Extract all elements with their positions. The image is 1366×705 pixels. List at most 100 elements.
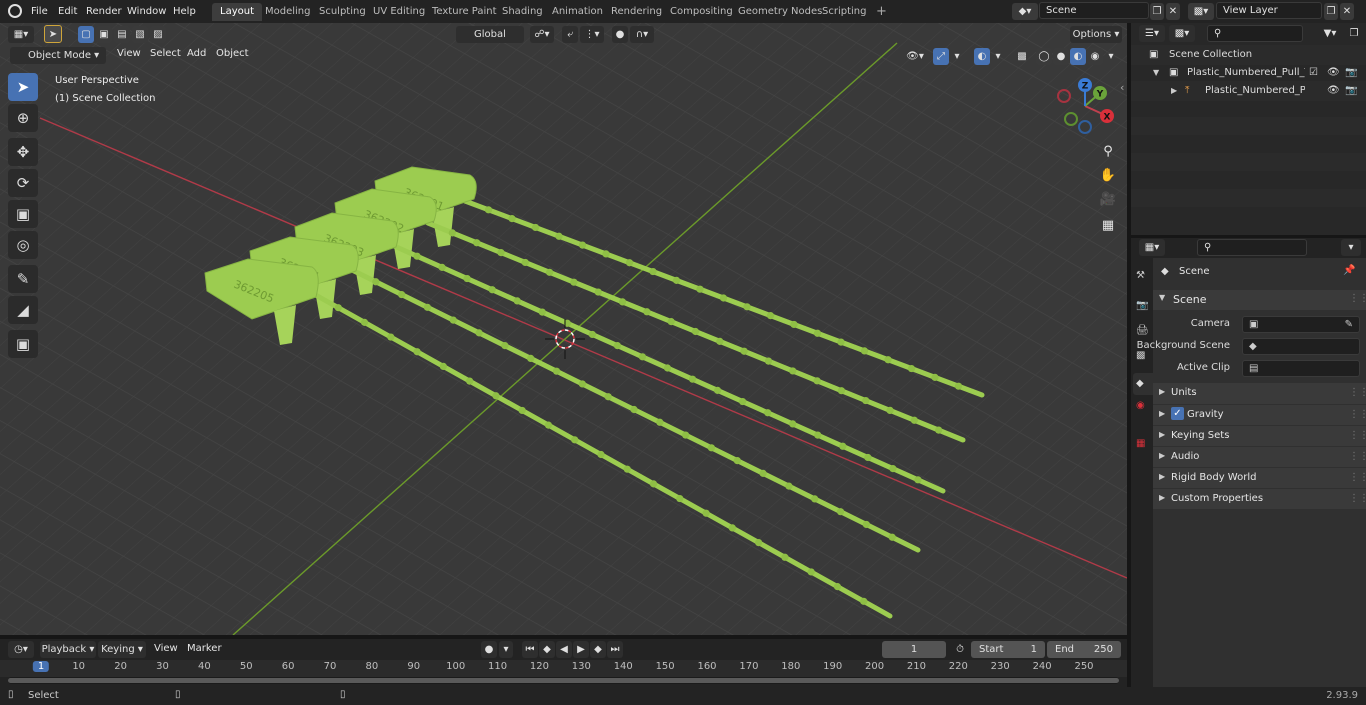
properties-options-icon[interactable]: ▾ xyxy=(1341,239,1361,256)
pin-icon[interactable]: 📌 xyxy=(1343,265,1355,276)
gravity-checkbox[interactable]: ✓ xyxy=(1171,407,1184,420)
eye-icon[interactable]: 👁 xyxy=(1327,81,1340,101)
pivot-point-icon[interactable]: ☍▾ xyxy=(530,26,554,43)
subpanel-audio[interactable]: ▶ Audio ⋮⋮ xyxy=(1153,446,1366,467)
viewport-menu-object[interactable]: Object xyxy=(210,45,255,63)
outliner-row-collection[interactable]: ▼ ▣ Plastic_Numbered_Pull_Tie_Se ☑ 👁 📷 xyxy=(1131,63,1366,83)
tab-uv-editing[interactable]: UV Editing xyxy=(365,3,433,21)
solid-shading-icon[interactable]: ● xyxy=(1053,48,1069,65)
blender-logo-icon[interactable] xyxy=(8,4,22,18)
include-checkbox-icon[interactable]: ☑ xyxy=(1309,63,1318,83)
collapse-arrow-icon[interactable]: ▼ xyxy=(1159,293,1165,302)
selection-mode-extend-icon[interactable]: ▣ xyxy=(96,26,112,43)
select-box-tool-icon[interactable]: ➤ xyxy=(44,25,62,43)
gizmo-dropdown-icon[interactable]: ▾ xyxy=(951,48,963,65)
scene-name-field[interactable]: Scene xyxy=(1039,2,1149,19)
drag-handle-icon[interactable]: ⋮⋮ xyxy=(1349,293,1366,304)
camera-render-icon[interactable]: 📷 xyxy=(1345,81,1357,101)
annotate-tool-icon[interactable]: ✎ xyxy=(8,265,38,293)
shading-dropdown-icon[interactable]: ▾ xyxy=(1105,48,1117,65)
camera-field[interactable]: ▣ ✎ xyxy=(1242,316,1360,333)
tab-rendering[interactable]: Rendering xyxy=(603,3,670,21)
falloff-icon[interactable]: ∩▾ xyxy=(630,26,654,43)
tab-scripting[interactable]: Scripting xyxy=(814,3,874,21)
gizmo-toggle-icon[interactable]: ⤢ xyxy=(933,48,949,65)
delete-view-layer-icon[interactable]: ✕ xyxy=(1340,3,1354,20)
transform-tool-icon[interactable]: ◎ xyxy=(8,231,38,259)
material-shading-icon[interactable]: ◐ xyxy=(1070,48,1086,65)
tab-animation[interactable]: Animation xyxy=(544,3,611,21)
expand-arrow-icon[interactable]: ▶ xyxy=(1171,81,1177,101)
add-cube-tool-icon[interactable]: ▣ xyxy=(8,330,38,358)
viewport-menu-add[interactable]: Add xyxy=(181,45,212,63)
wireframe-shading-icon[interactable]: ◯ xyxy=(1036,48,1052,65)
menu-edit[interactable]: Edit xyxy=(52,3,83,20)
snap-icon[interactable]: ⤶ xyxy=(562,26,578,43)
selection-mode-invert-icon[interactable]: ▧ xyxy=(132,26,148,43)
eye-icon[interactable]: 👁 xyxy=(1327,63,1340,83)
cursor-tool-icon[interactable]: ⊕ xyxy=(8,104,38,132)
outliner-row-scene-collection[interactable]: ▣ Scene Collection xyxy=(1131,45,1366,65)
new-collection-icon[interactable]: ❐ xyxy=(1347,25,1361,42)
scale-tool-icon[interactable]: ▣ xyxy=(8,200,38,228)
viewport-scene[interactable]: 362201362202362203362204362205 X Y Z xyxy=(0,23,1127,635)
snap-target-icon[interactable]: ⋮▾ xyxy=(580,26,604,43)
subpanel-custom-properties[interactable]: ▶ Custom Properties ⋮⋮ xyxy=(1153,488,1366,509)
tab-texture-paint[interactable]: Texture Paint xyxy=(424,3,505,21)
zoom-icon[interactable]: ⚲ xyxy=(1097,141,1119,163)
delete-scene-icon[interactable]: ✕ xyxy=(1166,3,1180,20)
world-tab-icon[interactable]: ◉ xyxy=(1136,400,1145,411)
filter-icon[interactable]: ▼▾ xyxy=(1317,25,1343,42)
output-tab-icon[interactable]: 🖨 xyxy=(1136,325,1149,336)
tab-modeling[interactable]: Modeling xyxy=(257,3,319,21)
properties-editor-type-icon[interactable]: ▦▾ xyxy=(1139,239,1165,256)
selection-mode-intersect-icon[interactable]: ▨ xyxy=(150,26,166,43)
tab-layout[interactable]: Layout xyxy=(212,3,262,21)
rendered-shading-icon[interactable]: ◉ xyxy=(1087,48,1103,65)
texture-tab-icon[interactable]: ▦ xyxy=(1136,438,1145,449)
scene-tab-icon[interactable]: ◆ xyxy=(1133,373,1153,395)
3d-viewport[interactable]: 362201362202362203362204362205 X Y Z xyxy=(0,23,1127,635)
sidebar-toggle-icon[interactable]: ‹ xyxy=(1120,81,1124,94)
new-view-layer-icon[interactable]: ❐ xyxy=(1324,3,1338,20)
menu-help[interactable]: Help xyxy=(167,3,202,20)
tab-shading[interactable]: Shading xyxy=(494,3,551,21)
tool-tab-icon[interactable]: ⚒ xyxy=(1136,270,1145,281)
viewport-menu-view[interactable]: View xyxy=(111,45,147,63)
expand-arrow-icon[interactable]: ▼ xyxy=(1153,63,1159,83)
menu-window[interactable]: Window xyxy=(121,3,172,20)
proportional-editing-icon[interactable]: ● xyxy=(612,26,628,43)
add-workspace-button[interactable]: + xyxy=(868,3,895,21)
options-dropdown[interactable]: Options ▾ xyxy=(1070,26,1122,43)
perspective-toggle-icon[interactable]: ▦ xyxy=(1097,215,1119,237)
view-layer-tab-icon[interactable]: ▩ xyxy=(1136,350,1145,361)
outliner-row-object[interactable]: ▶ ⤒ Plastic_Numbered_Pull_T 👁 📷 xyxy=(1131,81,1366,101)
overlays-dropdown-icon[interactable]: ▾ xyxy=(992,48,1004,65)
move-tool-icon[interactable]: ✥ xyxy=(8,138,38,166)
subpanel-rigid-body-world[interactable]: ▶ Rigid Body World ⋮⋮ xyxy=(1153,467,1366,488)
visibility-icon[interactable]: 👁▾ xyxy=(903,48,927,65)
selection-mode-new-icon[interactable]: ▢ xyxy=(78,26,94,43)
new-scene-icon[interactable]: ❐ xyxy=(1150,3,1164,20)
select-tool-icon[interactable]: ➤ xyxy=(8,73,38,101)
tab-compositing[interactable]: Compositing xyxy=(662,3,741,21)
active-clip-field[interactable]: ▤ xyxy=(1242,360,1360,377)
measure-tool-icon[interactable]: ◢ xyxy=(8,296,38,324)
render-tab-icon[interactable]: 📷 xyxy=(1136,300,1148,311)
xray-toggle-icon[interactable]: ▩ xyxy=(1014,48,1030,65)
editor-type-icon[interactable]: ▦▾ xyxy=(8,26,34,43)
overlays-toggle-icon[interactable]: ◐ xyxy=(974,48,990,65)
properties-search-input[interactable]: ⚲ xyxy=(1197,239,1307,256)
object-mode-dropdown[interactable]: Object Mode ▾ xyxy=(10,47,106,64)
menu-file[interactable]: File xyxy=(25,3,54,20)
rotate-tool-icon[interactable]: ⟳ xyxy=(8,169,38,197)
outliner-editor-type-icon[interactable]: ☰▾ xyxy=(1139,25,1165,42)
subpanel-gravity[interactable]: ▶ ✓ Gravity ⋮⋮ xyxy=(1153,404,1366,425)
camera-view-icon[interactable]: 🎥 xyxy=(1097,189,1119,211)
pan-hand-icon[interactable]: ✋ xyxy=(1097,165,1119,187)
camera-render-icon[interactable]: 📷 xyxy=(1345,63,1357,83)
subpanel-keying-sets[interactable]: ▶ Keying Sets ⋮⋮ xyxy=(1153,425,1366,446)
view-layer-icon[interactable]: ▩▾ xyxy=(1188,3,1214,20)
background-scene-field[interactable]: ◆ xyxy=(1242,338,1360,355)
subpanel-units[interactable]: ▶ Units ⋮⋮ xyxy=(1153,383,1366,404)
